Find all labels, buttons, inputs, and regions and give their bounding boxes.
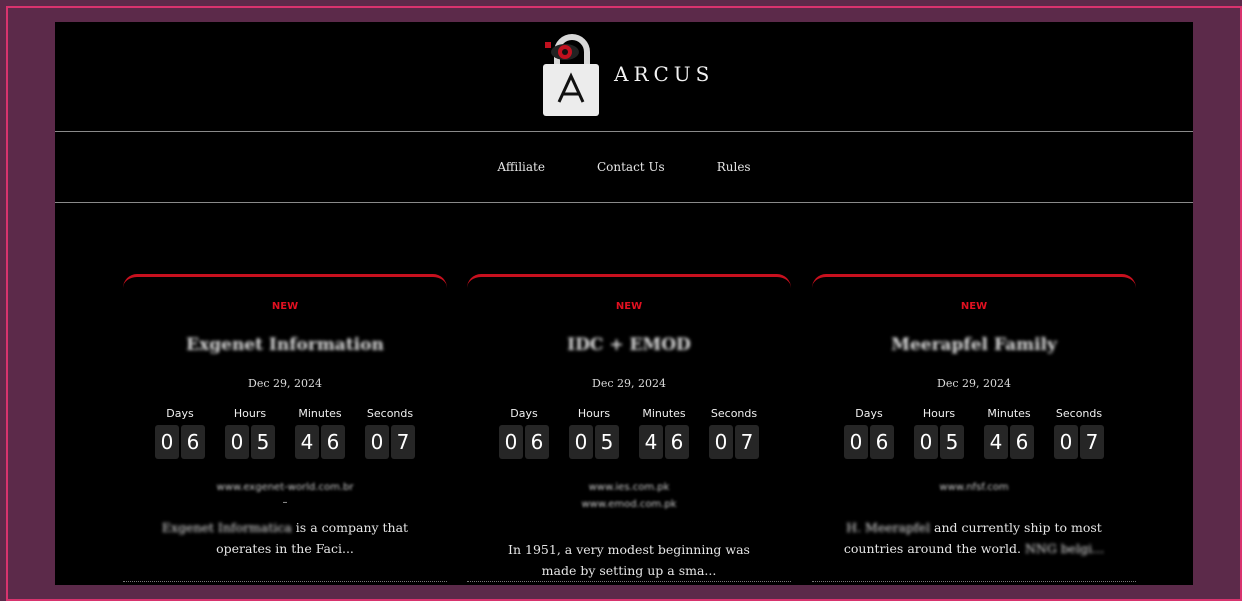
countdown-hours: Hours 05 xyxy=(909,407,969,459)
new-badge: NEW xyxy=(615,301,643,312)
countdown-digit: 4 xyxy=(984,425,1008,459)
card-description: In 1951, a very modest beginning was mad… xyxy=(508,542,750,578)
main-nav: Affiliate Contact Us Rules xyxy=(55,132,1193,202)
countdown-seconds-label: Seconds xyxy=(366,407,414,420)
countdown-digit: 4 xyxy=(295,425,319,459)
nav-affiliate[interactable]: Affiliate xyxy=(497,160,545,174)
countdown-minutes: Minutes 46 xyxy=(979,407,1039,459)
countdown-digit: 0 xyxy=(569,425,593,459)
countdown-digit: 0 xyxy=(225,425,249,459)
countdown-days-label: Days xyxy=(855,407,883,420)
new-badge: NEW xyxy=(960,301,988,312)
countdown-hours: Hours 05 xyxy=(220,407,280,459)
countdown-timer: Days 06 Hours 05 Minutes 46 Seconds 07 xyxy=(123,407,447,459)
card-website-secondary[interactable]: www.emod.com.pk xyxy=(467,499,791,510)
countdown-digit: 0 xyxy=(1054,425,1078,459)
countdown-digit: 7 xyxy=(391,425,415,459)
card-description-company: H. Meerapfel xyxy=(846,520,931,535)
brand-name[interactable]: ARCUS xyxy=(614,62,714,86)
countdown-digit: 7 xyxy=(735,425,759,459)
countdown-days: Days 06 xyxy=(839,407,899,459)
padlock-eye-logo[interactable] xyxy=(539,32,605,118)
countdown-digit: 5 xyxy=(595,425,619,459)
leak-card[interactable]: NEW Meerapfel Family Dec 29, 2024 Days 0… xyxy=(812,274,1136,585)
card-description-company: Exgenet Informatica xyxy=(161,520,292,535)
countdown-digit: 0 xyxy=(499,425,523,459)
card-website[interactable]: www.exgenet-world.com.br xyxy=(123,482,447,493)
countdown-timer: Days 06 Hours 05 Minutes 46 Seconds 07 xyxy=(467,407,791,459)
leak-card[interactable]: NEW Exgenet Information Dec 29, 2024 Day… xyxy=(123,274,447,585)
leak-card[interactable]: NEW IDC + EMOD Dec 29, 2024 Days 06 Hour… xyxy=(467,274,791,585)
countdown-digit: 4 xyxy=(639,425,663,459)
new-badge: NEW xyxy=(271,301,299,312)
countdown-seconds-label: Seconds xyxy=(710,407,758,420)
card-date: Dec 29, 2024 xyxy=(937,377,1011,390)
countdown-days: Days 06 xyxy=(494,407,554,459)
countdown-timer: Days 06 Hours 05 Minutes 46 Seconds 07 xyxy=(812,407,1136,459)
card-website[interactable]: www.nfsf.com xyxy=(812,482,1136,493)
countdown-digit: 6 xyxy=(665,425,689,459)
countdown-days-label: Days xyxy=(166,407,194,420)
countdown-digit: 0 xyxy=(914,425,938,459)
countdown-seconds: Seconds 07 xyxy=(1049,407,1109,459)
countdown-minutes-label: Minutes xyxy=(298,407,342,420)
countdown-hours: Hours 05 xyxy=(564,407,624,459)
countdown-minutes: Minutes 46 xyxy=(290,407,350,459)
card-separator: – xyxy=(282,497,288,508)
countdown-hours-label: Hours xyxy=(922,407,956,420)
card-title[interactable]: IDC + EMOD xyxy=(467,335,791,355)
countdown-hours-label: Hours xyxy=(233,407,267,420)
countdown-hours-label: Hours xyxy=(577,407,611,420)
countdown-seconds: Seconds 07 xyxy=(704,407,764,459)
nav-rules[interactable]: Rules xyxy=(717,160,751,174)
countdown-digit: 6 xyxy=(525,425,549,459)
card-date: Dec 29, 2024 xyxy=(248,377,322,390)
countdown-digit: 6 xyxy=(1010,425,1034,459)
card-description: Exgenet Informatica is a company that op… xyxy=(147,517,423,559)
countdown-digit: 0 xyxy=(365,425,389,459)
card-title[interactable]: Meerapfel Family xyxy=(812,335,1136,355)
countdown-digit: 6 xyxy=(181,425,205,459)
nav-divider xyxy=(55,202,1193,203)
countdown-digit: 6 xyxy=(321,425,345,459)
card-date: Dec 29, 2024 xyxy=(592,377,666,390)
countdown-minutes-label: Minutes xyxy=(987,407,1031,420)
nav-contact-us[interactable]: Contact Us xyxy=(597,160,665,174)
countdown-digit: 0 xyxy=(844,425,868,459)
card-website[interactable]: www.ies.com.pk xyxy=(467,482,791,493)
site-header: ARCUS xyxy=(55,22,1193,131)
countdown-days-label: Days xyxy=(510,407,538,420)
countdown-minutes-label: Minutes xyxy=(642,407,686,420)
countdown-digit: 0 xyxy=(709,425,733,459)
card-description-tail: NNG belgi... xyxy=(1020,541,1105,556)
countdown-digit: 0 xyxy=(155,425,179,459)
countdown-seconds: Seconds 07 xyxy=(360,407,420,459)
countdown-seconds-label: Seconds xyxy=(1055,407,1103,420)
countdown-digit: 7 xyxy=(1080,425,1104,459)
countdown-digit: 6 xyxy=(870,425,894,459)
card-title[interactable]: Exgenet Information xyxy=(123,335,447,355)
countdown-digit: 5 xyxy=(251,425,275,459)
site-page: ARCUS Affiliate Contact Us Rules NEW Exg… xyxy=(55,22,1193,585)
countdown-digit: 5 xyxy=(940,425,964,459)
card-description: H. Meerapfel and currently ship to most … xyxy=(836,517,1112,559)
countdown-minutes: Minutes 46 xyxy=(634,407,694,459)
countdown-days: Days 06 xyxy=(150,407,210,459)
